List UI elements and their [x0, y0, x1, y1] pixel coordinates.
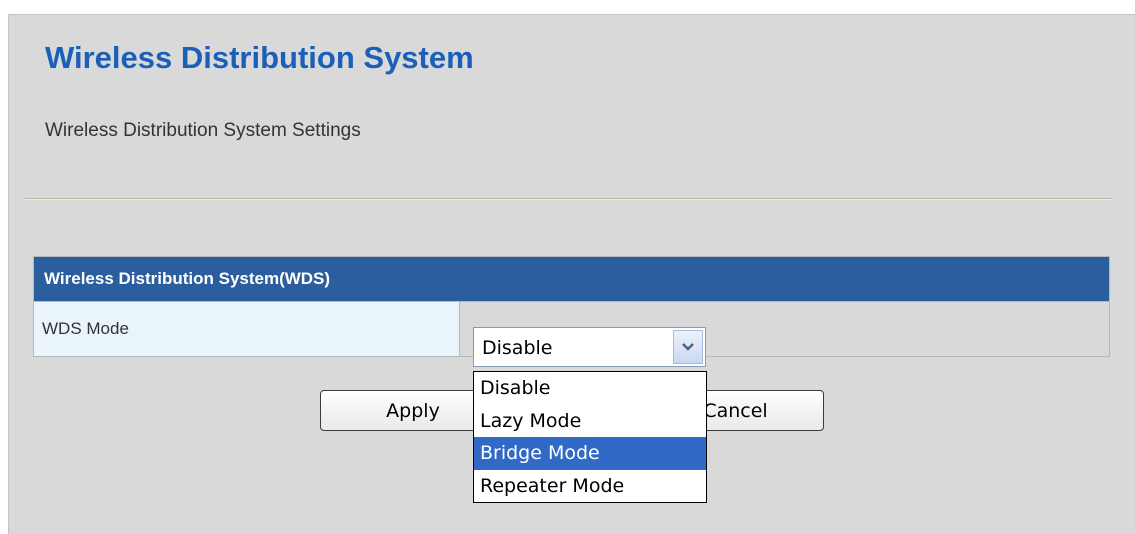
- wds-mode-dropdown[interactable]: Disable Lazy Mode Bridge Mode Repeater M…: [473, 371, 707, 503]
- wds-mode-select[interactable]: Disable: [473, 327, 706, 367]
- dropdown-option-lazy-mode[interactable]: Lazy Mode: [474, 405, 706, 438]
- wds-mode-select-value: Disable: [482, 337, 553, 359]
- dropdown-option-bridge-mode[interactable]: Bridge Mode: [474, 437, 706, 470]
- wds-table-header-row: Wireless Distribution System(WDS): [34, 257, 1109, 301]
- divider: [25, 198, 1112, 200]
- wds-mode-label: WDS Mode: [34, 301, 460, 356]
- wds-table-header: Wireless Distribution System(WDS): [34, 257, 1109, 301]
- page-title: Wireless Distribution System: [45, 40, 474, 75]
- chevron-down-icon[interactable]: [673, 330, 703, 364]
- dropdown-option-disable[interactable]: Disable: [474, 372, 706, 405]
- dropdown-option-repeater-mode[interactable]: Repeater Mode: [474, 470, 706, 503]
- page-subtitle: Wireless Distribution System Settings: [45, 120, 361, 141]
